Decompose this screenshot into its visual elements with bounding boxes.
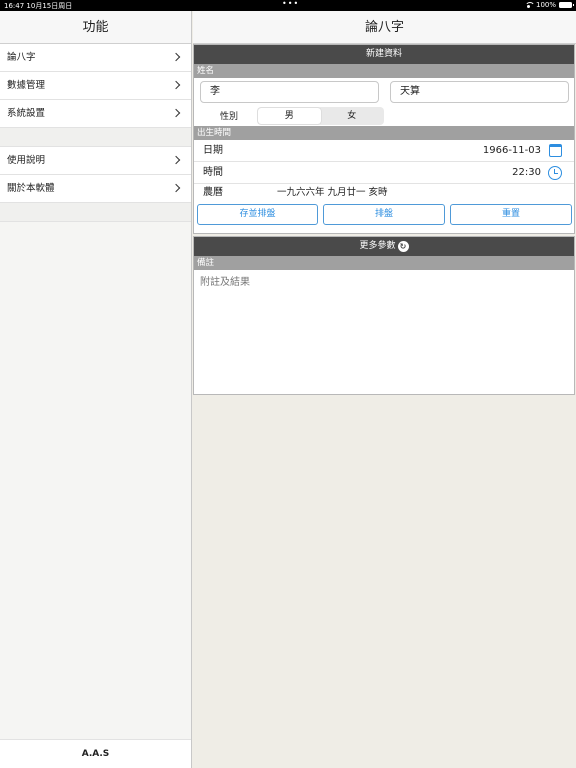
gender-row: 性別 男 女 [194, 104, 574, 125]
gender-segmented-control: 男 女 [257, 107, 384, 125]
sidebar-item-label: 系統設置 [7, 108, 46, 119]
reset-button[interactable]: 重置 [450, 204, 572, 225]
calendar-icon[interactable] [549, 144, 562, 157]
menu-separator [0, 203, 191, 222]
status-date: 10月15日周日 [26, 2, 73, 10]
gender-option-male[interactable]: 男 [258, 108, 321, 124]
section-birth-time: 出生時間 [194, 126, 574, 140]
more-params-label: 更多參數 [359, 241, 396, 251]
given-name-field[interactable]: 天算 [390, 81, 569, 103]
lunar-value: 一九六六年 九月廿一 亥時 [277, 187, 388, 198]
page-title: 論八字 [193, 11, 576, 44]
menu-group-help: 使用說明 關於本軟體 [0, 147, 191, 203]
sidebar-item-system-settings[interactable]: 系統設置 [0, 100, 191, 128]
sidebar-item-label: 使用說明 [7, 155, 46, 166]
sidebar: 功能 論八字 數據管理 系統設置 使用說明 關於本軟體 A.A.S [0, 11, 192, 768]
notes-textarea[interactable]: 附註及結果 [194, 270, 574, 391]
more-params-toggle[interactable]: 更多參數 ↻ [194, 237, 574, 256]
save-and-chart-button[interactable]: 存並排盤 [197, 204, 318, 225]
lunar-row: 農曆 一九六六年 九月廿一 亥時 [194, 184, 574, 202]
sidebar-item-about[interactable]: 關於本軟體 [0, 175, 191, 203]
time-row[interactable]: 時間 22:30 [194, 162, 574, 184]
section-name: 姓名 [194, 64, 574, 78]
menu-separator [0, 128, 191, 147]
status-time: 16:47 [4, 2, 25, 10]
sidebar-item-label: 數據管理 [7, 80, 46, 91]
battery-icon [559, 2, 574, 8]
menu-group-main: 論八字 數據管理 系統設置 [0, 44, 191, 128]
time-label: 時間 [203, 167, 223, 178]
clock-icon[interactable] [548, 166, 562, 180]
new-record-panel: 新建資料 姓名 李 天算 性別 男 女 出生時間 日期 1966-11-03 時… [193, 44, 575, 234]
sidebar-title: 功能 [0, 11, 191, 44]
expand-icon[interactable]: ↻ [397, 241, 409, 252]
battery-percent: 100% [535, 1, 556, 9]
sidebar-item-label: 關於本軟體 [7, 183, 55, 194]
sidebar-footer-brand: A.A.S [0, 739, 191, 768]
name-row: 李 天算 [194, 78, 574, 104]
time-value[interactable]: 22:30 [512, 162, 541, 184]
date-value[interactable]: 1966-11-03 [483, 140, 541, 162]
sidebar-item-bazi[interactable]: 論八字 [0, 44, 191, 72]
section-notes: 備註 [194, 256, 574, 270]
gender-label: 性別 [220, 112, 239, 122]
chevron-right-icon [171, 108, 181, 118]
chevron-right-icon [171, 80, 181, 90]
sidebar-item-label: 論八字 [7, 52, 36, 63]
multitasking-dots[interactable]: ••• [282, 0, 299, 8]
chevron-right-icon [171, 183, 181, 193]
notes-panel: 更多參數 ↻ 備註 附註及結果 [193, 236, 575, 395]
status-bar: 16:47 10月15日周日 ••• 100% [0, 0, 576, 11]
chart-button[interactable]: 排盤 [323, 204, 445, 225]
wifi-icon [524, 2, 535, 8]
status-indicators: 100% [524, 1, 574, 9]
chevron-right-icon [171, 52, 181, 62]
panel-title-new-record: 新建資料 [194, 45, 574, 64]
date-row[interactable]: 日期 1966-11-03 [194, 140, 574, 162]
status-time-date: 16:47 10月15日周日 [4, 1, 72, 11]
surname-field[interactable]: 李 [200, 81, 379, 103]
sidebar-item-user-guide[interactable]: 使用說明 [0, 147, 191, 175]
action-buttons: 存並排盤 排盤 重置 [194, 202, 574, 227]
date-label: 日期 [203, 145, 223, 156]
lunar-label: 農曆 [203, 187, 223, 198]
chevron-right-icon [171, 155, 181, 165]
gender-option-female[interactable]: 女 [321, 108, 384, 124]
sidebar-item-data-management[interactable]: 數據管理 [0, 72, 191, 100]
